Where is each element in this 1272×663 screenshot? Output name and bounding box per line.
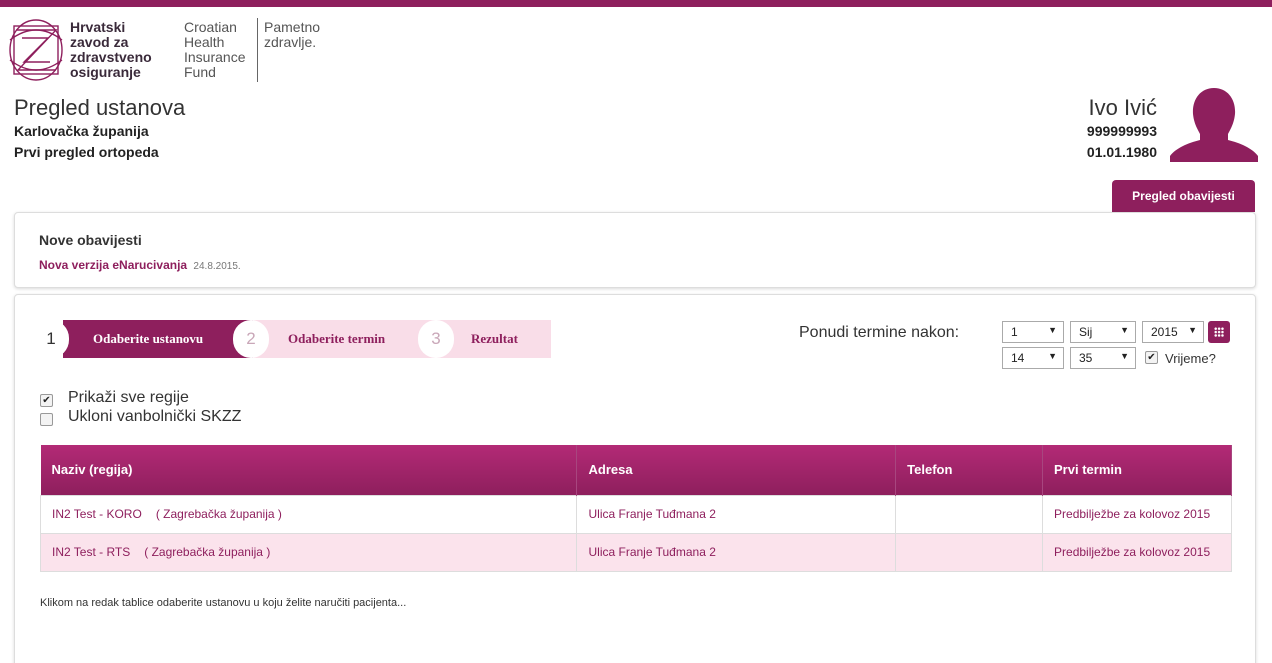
notifications-button[interactable]: Pregled obavijesti [1112, 180, 1255, 212]
step-3-number: 3 [418, 320, 454, 358]
news-link[interactable]: Nova verzija eNarucivanja [39, 258, 187, 272]
remove-outpatient-label: Ukloni vanbolnički SKZZ [68, 408, 242, 425]
column-header-address[interactable]: Adresa [576, 445, 897, 495]
hour-select[interactable]: 14 ▼ [1002, 347, 1064, 369]
month-select[interactable]: Sij ▼ [1070, 321, 1136, 343]
news-title: Nove obavijesti [39, 232, 142, 248]
column-header-name[interactable]: Naziv (regija) [40, 445, 578, 495]
chevron-down-icon: ▼ [1120, 325, 1129, 335]
table-row[interactable]: IN2 Test - RTS ( Zagrebačka županija ) Ul… [39, 532, 1232, 572]
step-2-bar[interactable]: Odaberite termin [253, 320, 423, 358]
step-1-number: 1 [33, 320, 69, 358]
wizard-steps: Odaberite ustanovu Odaberite termin Rezu… [33, 320, 551, 358]
hour-select-value: 14 [1011, 351, 1025, 365]
user-dob: 01.01.1980 [1086, 144, 1157, 160]
table-header-row: Naziv (regija) Adresa Telefon Prvi termi… [40, 445, 1232, 495]
day-select[interactable]: 1 ▼ [1002, 321, 1064, 343]
column-header-phone[interactable]: Telefon [895, 445, 1044, 495]
step-2-number: 2 [233, 320, 269, 358]
user-avatar-icon [1170, 88, 1258, 162]
time-checkbox-label: Vrijeme? [1165, 351, 1216, 366]
calendar-grid-icon [1214, 327, 1224, 337]
minute-select[interactable]: 35 ▼ [1070, 347, 1136, 369]
institution-name-cell[interactable]: IN2 Test - KORO ( Zagrebačka županija ) [39, 494, 578, 534]
institution-name: IN2 Test - RTS [52, 545, 131, 559]
first-slot-cell[interactable]: Predbilježbe za kolovoz 2015 [1042, 494, 1232, 534]
year-select-value: 2015 [1151, 325, 1178, 339]
logo-divider [257, 18, 258, 82]
address-cell[interactable]: Ulica Franje Tuđmana 2 [576, 532, 897, 572]
institution-region: ( Zagrebačka županija ) [144, 545, 271, 559]
main-panel: Odaberite ustanovu Odaberite termin Rezu… [14, 294, 1256, 663]
institution-region: ( Zagrebačka županija ) [155, 507, 282, 521]
logo-text-english: Croatian Health Insurance Fund [184, 19, 246, 80]
institution-name-cell[interactable]: IN2 Test - RTS ( Zagrebačka županija ) [39, 532, 578, 572]
exam-type-label: Prvi pregled ortopeda [14, 144, 159, 160]
user-id: 999999993 [1086, 123, 1157, 139]
remove-outpatient-checkbox[interactable] [40, 413, 53, 426]
show-all-regions-label: Prikaži sve regije [68, 389, 189, 406]
hzzo-logo-mark-icon [9, 19, 63, 81]
top-accent-bar [0, 0, 1272, 7]
time-checkbox[interactable]: ✔ [1145, 351, 1158, 364]
minute-select-value: 35 [1079, 351, 1093, 365]
institutions-table: Naziv (regija) Adresa Telefon Prvi termi… [39, 445, 1232, 572]
step-2-label: Odaberite termin [288, 331, 386, 346]
first-slot-cell[interactable]: Predbilježbe za kolovoz 2015 [1042, 532, 1232, 572]
address-cell[interactable]: Ulica Franje Tuđmana 2 [576, 494, 897, 534]
day-select-value: 1 [1011, 325, 1018, 339]
news-item: Nova verzija eNarucivanja 24.8.2015. [39, 258, 241, 272]
offer-after-label: Ponudi termine nakon: [799, 324, 960, 341]
calendar-button[interactable] [1208, 321, 1230, 343]
chevron-down-icon: ▼ [1048, 325, 1057, 335]
step-3-label: Rezultat [471, 331, 518, 346]
logo-tagline: Pametno zdravlje. [264, 19, 321, 50]
chevron-down-icon: ▼ [1188, 325, 1197, 335]
news-panel: Nove obavijesti Nova verzija eNarucivanj… [14, 212, 1256, 288]
column-header-first-slot[interactable]: Prvi termin [1042, 445, 1232, 495]
phone-cell[interactable] [895, 532, 1044, 572]
table-hint-text: Klikom na redak tablice odaberite ustano… [40, 597, 407, 609]
step-1-label: Odaberite ustanovu [93, 331, 204, 346]
user-name: Ivo Ivić [1088, 95, 1157, 120]
phone-cell[interactable] [895, 494, 1044, 534]
logo-text-croatian: Hrvatski zavod za zdravstveno osiguranje [70, 19, 152, 80]
institution-name: IN2 Test - KORO [52, 507, 142, 521]
step-1-bar[interactable]: Odaberite ustanovu [63, 320, 253, 358]
chevron-down-icon: ▼ [1048, 351, 1057, 361]
page-title: Pregled ustanova [14, 95, 186, 120]
table-row[interactable]: IN2 Test - KORO ( Zagrebačka županija ) U… [39, 494, 1232, 534]
chevron-down-icon: ▼ [1120, 351, 1129, 361]
news-date: 24.8.2015. [193, 261, 241, 272]
month-select-value: Sij [1079, 325, 1093, 339]
year-select[interactable]: 2015 ▼ [1142, 321, 1204, 343]
show-all-regions-checkbox[interactable]: ✔ [40, 394, 53, 407]
county-label: Karlovačka županija [14, 123, 149, 139]
